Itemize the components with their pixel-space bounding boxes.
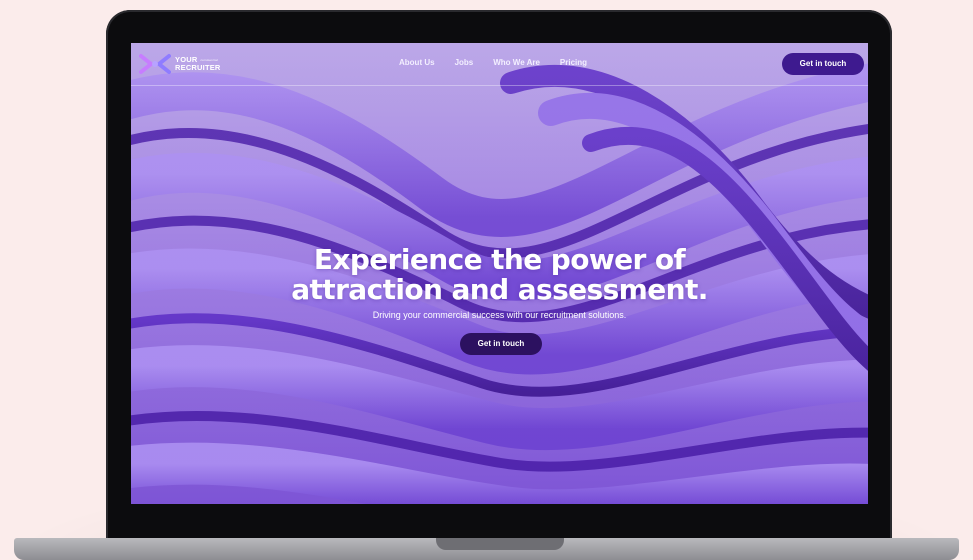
nav-who-we-are[interactable]: Who We Are — [493, 58, 540, 67]
hero-title-line1: Experience the power of — [313, 243, 686, 276]
hero-subtitle: Driving your commercial success with our… — [372, 310, 627, 320]
hero-title: Experience the power of attraction and a… — [131, 245, 868, 305]
nav-pricing[interactable]: Pricing — [560, 58, 587, 67]
logo-line2: RECRUITER — [175, 63, 221, 72]
hero-get-in-touch-button[interactable]: Get in touch — [460, 333, 542, 355]
laptop-screen: YOUR commercial RECRUITER About Us Jobs W… — [131, 43, 868, 504]
top-navbar: YOUR commercial RECRUITER About Us Jobs W… — [131, 43, 868, 86]
logo-text: YOUR commercial RECRUITER — [175, 56, 221, 72]
logo-tag: commercial — [200, 58, 218, 62]
nav-jobs[interactable]: Jobs — [455, 58, 474, 67]
site-logo[interactable]: YOUR commercial RECRUITER — [139, 53, 221, 75]
nav-links: About Us Jobs Who We Are Pricing — [399, 58, 607, 67]
yr-logo-icon — [139, 54, 171, 74]
laptop-notch — [436, 538, 564, 550]
hero-title-line2: attraction and assessment. — [291, 273, 708, 306]
nav-get-in-touch-button[interactable]: Get in touch — [782, 53, 864, 75]
nav-about-us[interactable]: About Us — [399, 58, 435, 67]
